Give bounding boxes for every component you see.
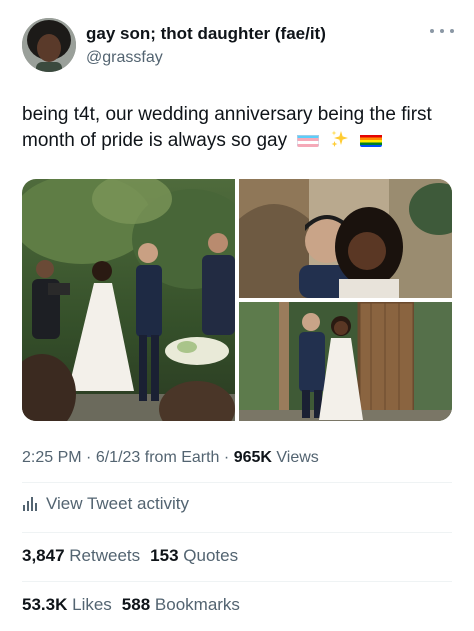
meta-separator: ·	[86, 449, 92, 466]
transgender-flag-icon	[297, 132, 320, 147]
media-photo-couple-closeup[interactable]	[239, 179, 452, 298]
bookmarks-stat[interactable]: 588 Bookmarks	[122, 595, 240, 614]
media-photo-ceremony[interactable]	[22, 179, 235, 421]
retweets-label: Retweets	[69, 546, 141, 565]
media-photo-couple-door[interactable]	[239, 302, 452, 421]
quotes-stat[interactable]: 153 Quotes	[150, 546, 238, 565]
views-count: 965K	[233, 449, 272, 466]
author-handle[interactable]: @grassfay	[86, 49, 163, 67]
analytics-icon	[23, 497, 37, 511]
tweet-source: from Earth	[144, 449, 220, 466]
more-options-icon[interactable]	[430, 26, 454, 36]
tweet-media-grid	[22, 179, 452, 421]
bookmarks-count: 588	[121, 595, 151, 614]
quotes-count: 153	[150, 546, 179, 565]
tweet-text: being t4t, our wedding anniversary being…	[22, 102, 458, 154]
author-display-name[interactable]: gay son; thot daughter (fae/it)	[86, 24, 326, 44]
avatar-image	[22, 18, 76, 72]
rainbow-flag-icon	[359, 132, 382, 147]
quotes-label: Quotes	[183, 546, 239, 565]
tweet-time[interactable]: 2:25 PM	[22, 449, 82, 466]
view-tweet-activity-label: View Tweet activity	[46, 494, 189, 513]
view-tweet-activity-button[interactable]: View Tweet activity	[22, 494, 189, 514]
bookmarks-label: Bookmarks	[154, 595, 240, 614]
views-label: Views	[276, 449, 319, 466]
divider	[22, 581, 452, 582]
divider	[22, 482, 452, 483]
sparkles-icon	[330, 129, 350, 149]
tweet-meta: 2:25 PM · 6/1/23 from Earth · 965K Views	[22, 449, 319, 467]
stats-row-retweets-quotes: 3,847 Retweets 153 Quotes	[22, 546, 238, 566]
avatar[interactable]	[22, 18, 76, 72]
meta-separator: ·	[223, 449, 230, 466]
likes-stat[interactable]: 53.3K Likes	[22, 595, 112, 614]
tweet-date[interactable]: 6/1/23	[96, 449, 140, 466]
retweets-count: 3,847	[22, 546, 65, 565]
retweets-stat[interactable]: 3,847 Retweets	[22, 546, 140, 565]
divider	[22, 532, 452, 533]
likes-label: Likes	[72, 595, 112, 614]
stats-row-likes-bookmarks: 53.3K Likes 588 Bookmarks	[22, 595, 240, 615]
likes-count: 53.3K	[22, 595, 68, 614]
